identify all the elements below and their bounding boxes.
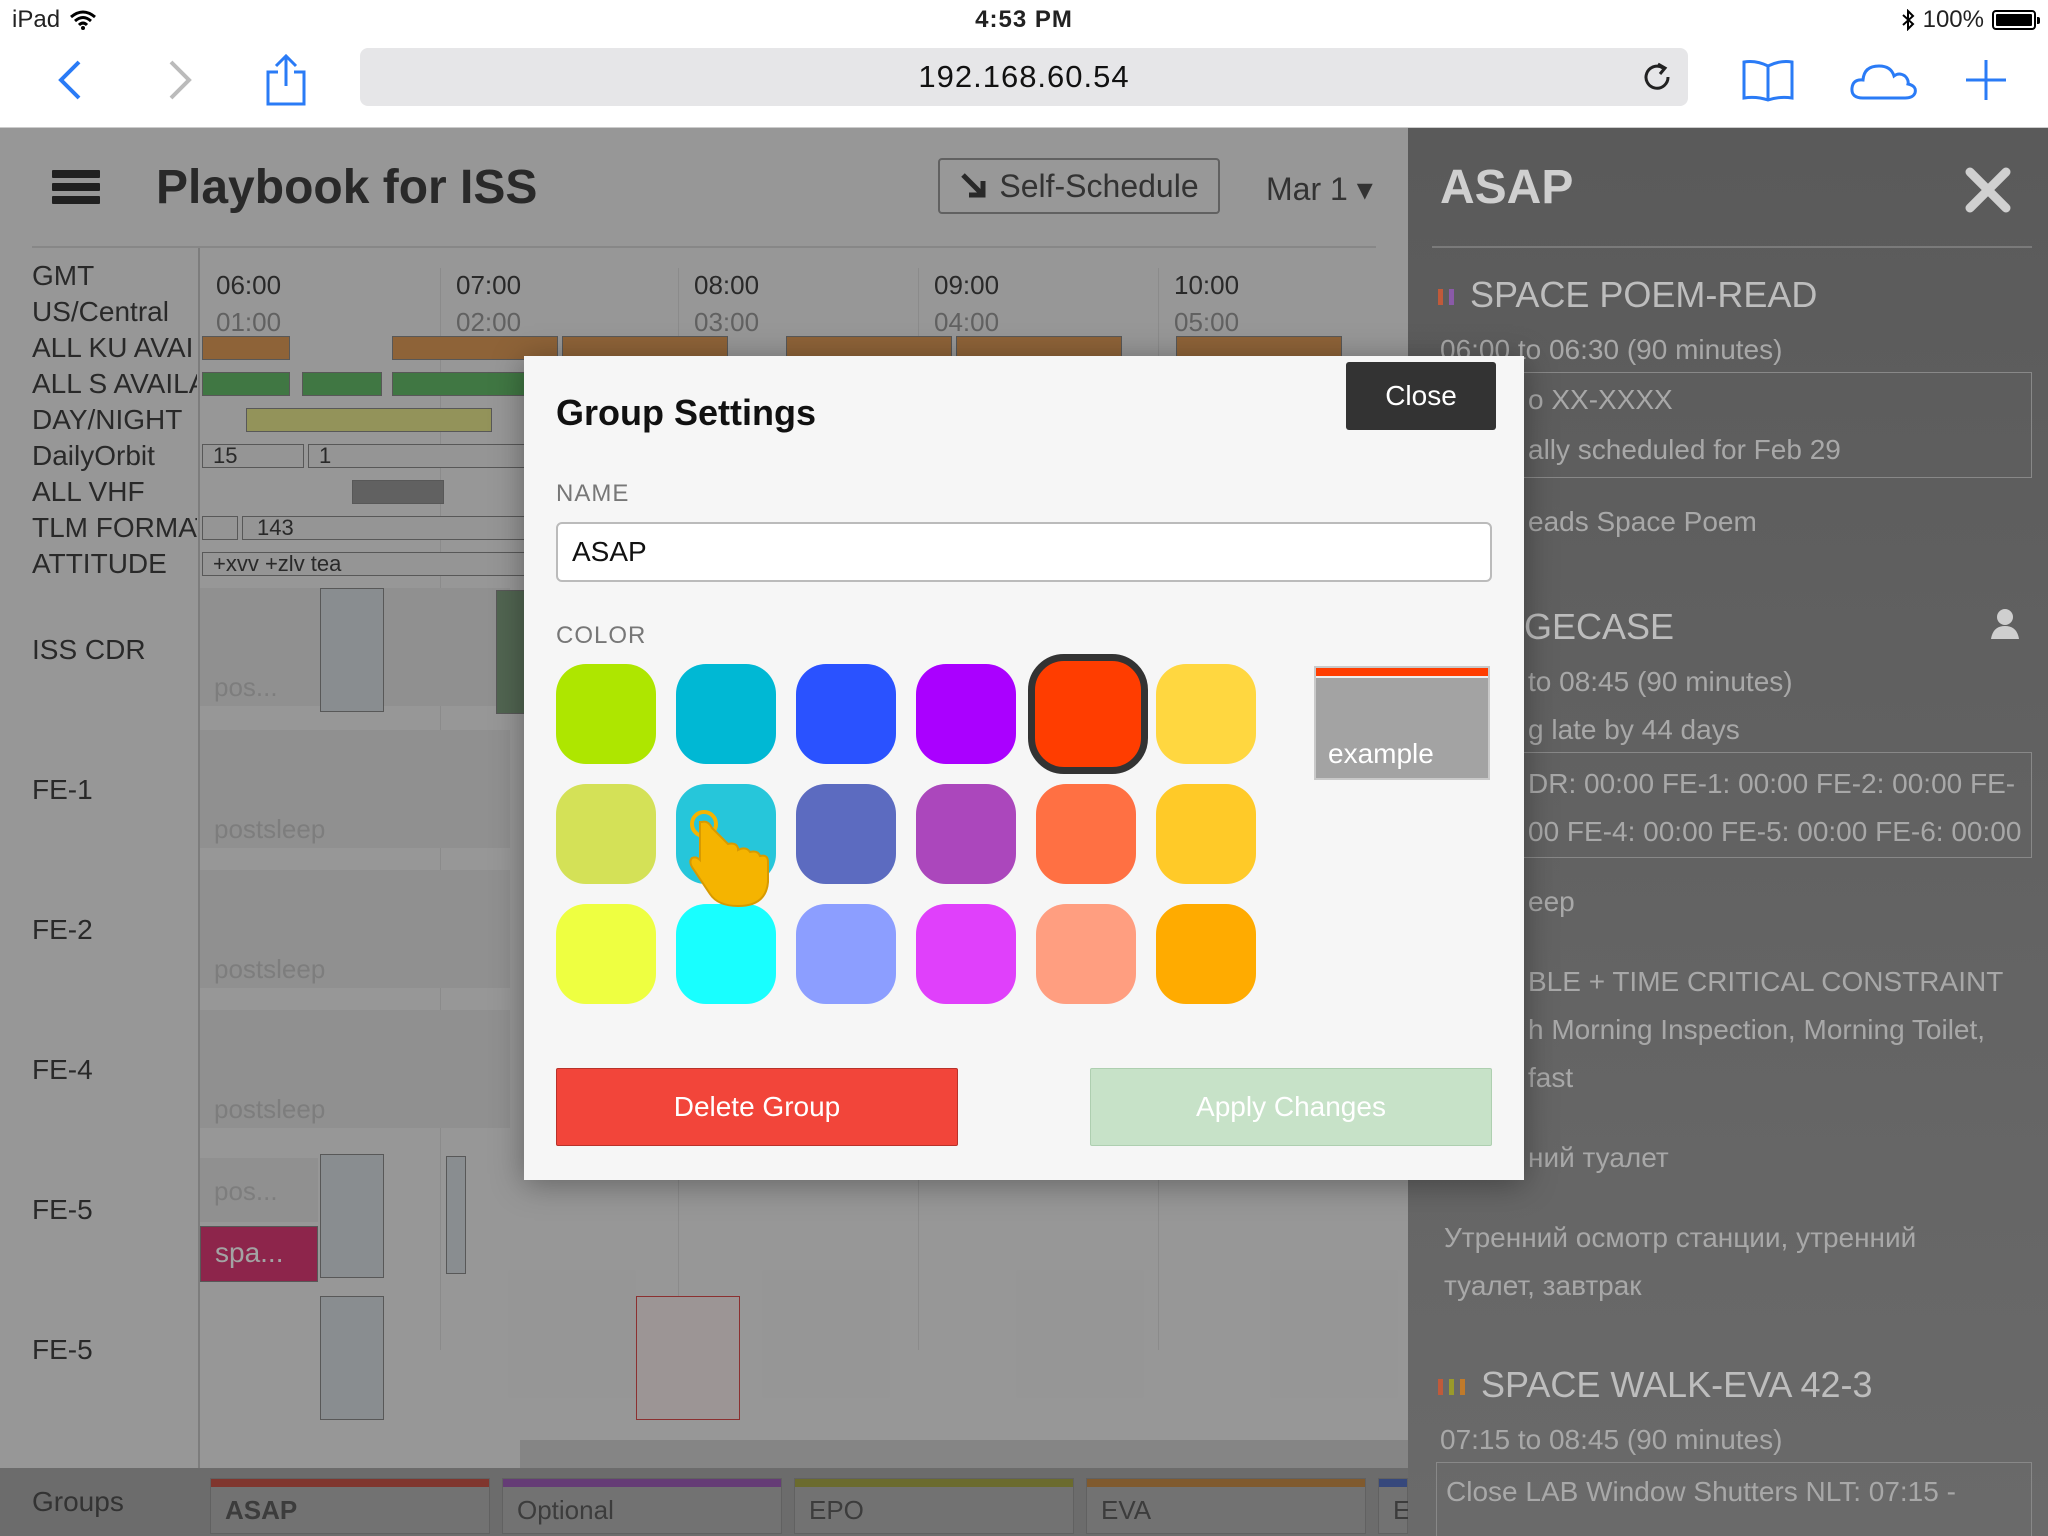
- color-swatch[interactable]: [556, 664, 656, 764]
- color-swatch[interactable]: [676, 664, 776, 764]
- bluetooth-icon: [1901, 9, 1915, 31]
- back-button[interactable]: [40, 50, 100, 110]
- status-right: 100%: [1901, 6, 2040, 34]
- color-swatch[interactable]: [676, 904, 776, 1004]
- dialog-title: Group Settings: [556, 392, 816, 433]
- color-label: COLOR: [556, 622, 647, 649]
- url-text: 192.168.60.54: [918, 59, 1130, 94]
- activity-note: o XX-XXXX: [1528, 384, 1673, 415]
- russian-text: ний туалет: [1528, 1142, 1669, 1173]
- color-swatch-selected[interactable]: [1028, 654, 1148, 774]
- status-bar: iPad 4:53 PM 100%: [0, 0, 2048, 40]
- color-preview: example: [1314, 666, 1490, 780]
- russian-text: туалет, завтрак: [1444, 1270, 1642, 1301]
- crew-times: DR: 00:00 FE-1: 00:00 FE-2: 00:00 FE-: [1528, 768, 2016, 799]
- activity-title[interactable]: GECASE: [1524, 606, 1674, 648]
- color-swatch[interactable]: [796, 904, 896, 1004]
- crew-times: 00 FE-4: 00:00 FE-5: 00:00 FE-6: 00:00: [1528, 816, 2022, 847]
- apply-changes-button[interactable]: Apply Changes: [1090, 1068, 1492, 1146]
- activity-title[interactable]: SPACE POEM-READ: [1438, 274, 1817, 316]
- color-swatch[interactable]: [1156, 784, 1256, 884]
- name-label: NAME: [556, 480, 630, 507]
- russian-text: Утренний осмотр станции, утренний: [1444, 1222, 1917, 1253]
- chevron-right-icon: [169, 60, 192, 100]
- cloud-tabs-button[interactable]: [1848, 50, 1920, 110]
- clock: 4:53 PM: [975, 6, 1073, 33]
- preview-label: example: [1328, 738, 1434, 769]
- color-swatch[interactable]: [916, 664, 1016, 764]
- constraint-text: h Morning Inspection, Morning Toilet,: [1528, 1014, 1986, 1045]
- color-swatch[interactable]: [916, 784, 1016, 884]
- activity-note: Close LAB Window Shutters NLT: 07:15 -: [1446, 1476, 1956, 1507]
- color-swatch[interactable]: [796, 784, 896, 884]
- address-bar[interactable]: 192.168.60.54: [360, 48, 1688, 106]
- book-icon: [1742, 60, 1794, 102]
- constraint-text: BLE + TIME CRITICAL CONSTRAINT: [1528, 966, 2004, 997]
- forward-button[interactable]: [150, 50, 210, 110]
- activity-description: eads Space Poem: [1528, 506, 1757, 537]
- activity-late-note: g late by 44 days: [1528, 714, 1740, 745]
- activity-title[interactable]: SPACE WALK-EVA 42-3: [1438, 1364, 1873, 1406]
- share-button[interactable]: [256, 50, 316, 110]
- group-settings-dialog: Group Settings Close NAME COLOR example …: [524, 356, 1524, 1180]
- preview-color-stripe: [1316, 668, 1488, 678]
- color-swatch[interactable]: [676, 784, 776, 884]
- reload-icon[interactable]: [1640, 60, 1674, 94]
- activity-time: to 08:45 (90 minutes): [1528, 666, 1793, 697]
- battery-percent: 100%: [1922, 6, 1984, 33]
- bookmarks-button[interactable]: [1738, 50, 1798, 110]
- share-icon: [266, 54, 306, 106]
- browser-toolbar: 192.168.60.54: [0, 40, 2048, 128]
- cloud-icon: [1850, 64, 1917, 100]
- panel-title: ASAP: [1440, 161, 1574, 214]
- delete-group-button[interactable]: Delete Group: [556, 1068, 958, 1146]
- color-swatch[interactable]: [1156, 664, 1256, 764]
- chevron-left-icon: [58, 60, 81, 100]
- close-button[interactable]: Close: [1346, 362, 1496, 430]
- activity-time: 07:15 to 08:45 (90 minutes): [1440, 1424, 1783, 1455]
- color-swatch[interactable]: [1156, 904, 1256, 1004]
- color-swatch[interactable]: [1036, 784, 1136, 884]
- plus-icon: [1966, 60, 2006, 100]
- color-swatch[interactable]: [796, 664, 896, 764]
- color-swatch[interactable]: [556, 904, 656, 1004]
- color-swatch[interactable]: [556, 784, 656, 884]
- group-name-input[interactable]: [556, 522, 1492, 582]
- close-icon[interactable]: [1964, 166, 2012, 214]
- constraint-text: fast: [1528, 1062, 1574, 1093]
- battery-icon: [1992, 10, 2040, 30]
- person-icon: [1991, 609, 2019, 639]
- new-tab-button[interactable]: [1956, 50, 2016, 110]
- panel-divider: [1432, 246, 2032, 248]
- color-swatch[interactable]: [916, 904, 1016, 1004]
- color-swatch[interactable]: [1036, 904, 1136, 1004]
- activity-lane: eep: [1528, 886, 1575, 917]
- activity-note: ally scheduled for Feb 29: [1528, 434, 1841, 465]
